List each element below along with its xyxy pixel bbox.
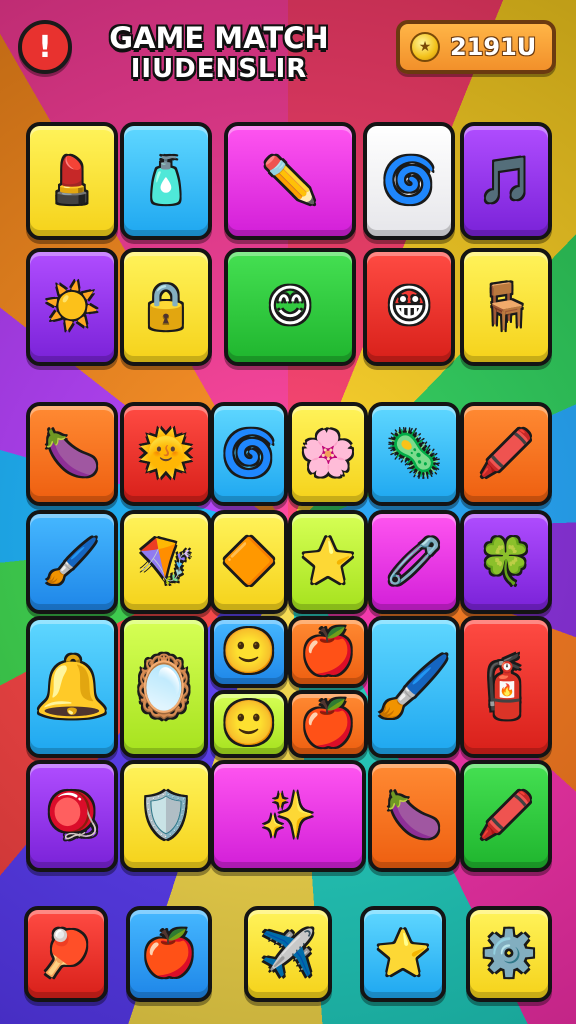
bell-scissors-icon: 🔔 [34, 652, 110, 722]
heart-face-icon: 😀 [386, 281, 432, 332]
tile-safety-pin[interactable]: 🧷 [368, 510, 460, 614]
tile-sparkle-crayon[interactable]: ✨ [210, 760, 366, 872]
swirl-icon: 🌀 [221, 428, 277, 479]
eggplant-2-icon: 🍆 [386, 790, 442, 841]
tile-rattle-face[interactable]: 🪀 [26, 760, 118, 872]
tile-flower[interactable]: 🌸 [288, 402, 368, 506]
kite-icon: 🪁 [138, 536, 194, 587]
rattle-face-icon: 🪀 [44, 790, 100, 841]
apple-1-icon: 🍎 [300, 626, 356, 677]
wand-star-icon: ⭐ [300, 536, 356, 587]
tile-stool[interactable]: 🪑 [460, 248, 552, 366]
title-line-1: GAME MATCH [109, 21, 329, 55]
tray-tile-bomb-apple[interactable]: 🍎 [126, 906, 212, 1002]
coin-counter[interactable]: ★ 2191U [396, 20, 556, 74]
diamond-kite-icon: 🔶 [221, 536, 277, 587]
face-ball-1-icon: 🙂 [221, 626, 277, 677]
plane-icon: ✈️ [260, 928, 316, 979]
tile-paintbrush-cone[interactable]: 🖌️ [368, 616, 460, 758]
tile-virus[interactable]: 🦠 [368, 402, 460, 506]
tile-elf-face[interactable]: 😊 [224, 248, 356, 366]
tile-sun-face[interactable]: 🌞 [120, 402, 212, 506]
coin-value: 2191U [450, 33, 537, 61]
spray-can-icon: 🧯 [468, 652, 544, 722]
tile-swirl[interactable]: 🌀 [210, 402, 288, 506]
tile-apple-2[interactable]: 🍎 [288, 690, 368, 758]
sun-face-icon: 🌞 [138, 428, 194, 479]
tile-crayon[interactable]: 🖍️ [460, 402, 552, 506]
tile-lipstick[interactable]: 💄 [26, 122, 118, 240]
game-title: GAME MATCH IIUDENSLIR [104, 21, 334, 85]
gear-icon: ⚙️ [481, 928, 537, 979]
tray-tile-star[interactable]: ⭐ [360, 906, 446, 1002]
blob-icon: 🍀 [478, 536, 534, 587]
apple-2-icon: 🍎 [300, 698, 356, 749]
tile-apple-1[interactable]: 🍎 [288, 616, 368, 688]
tile-heart-face[interactable]: 😀 [363, 248, 455, 366]
flower-icon: 🌸 [300, 428, 356, 479]
brush-icon: 🖌️ [44, 536, 100, 587]
tile-face-ball-2[interactable]: 🙂 [210, 690, 288, 758]
tray-tile-gear[interactable]: ⚙️ [466, 906, 552, 1002]
face-ball-2-icon: 🙂 [221, 698, 277, 749]
tile-face-ball-1[interactable]: 🙂 [210, 616, 288, 688]
safety-pin-icon: 🧷 [386, 536, 442, 587]
tile-swirl-hook[interactable]: 🌀 [363, 122, 455, 240]
swirl-hook-icon: 🌀 [381, 155, 437, 206]
crayon-2-icon: 🖍️ [478, 790, 534, 841]
bomb-apple-icon: 🍎 [141, 928, 197, 979]
tray-tile-paddle[interactable]: 🏓 [24, 906, 108, 1002]
tile-diamond-kite[interactable]: 🔶 [210, 510, 288, 614]
alert-button[interactable]: ! [18, 20, 72, 74]
tile-crayon-2[interactable]: 🖍️ [460, 760, 552, 872]
tile-sword-shield[interactable]: 🛡️ [120, 760, 212, 872]
stool-icon: 🪑 [478, 281, 534, 332]
coin-icon: ★ [410, 32, 440, 62]
tile-spray-can[interactable]: 🧯 [460, 616, 552, 758]
tile-brush[interactable]: 🖌️ [26, 510, 118, 614]
tile-eggplant-2[interactable]: 🍆 [368, 760, 460, 872]
tile-bell-scissors[interactable]: 🔔 [26, 616, 118, 758]
tile-mirror-cone[interactable]: 🪞 [120, 616, 208, 758]
eggplant-icon: 🍆 [44, 428, 100, 479]
title-line-2: IIUDENSLIR [130, 54, 308, 85]
alert-icon: ! [38, 29, 52, 65]
rocket-pencil-icon: ✏️ [262, 155, 318, 206]
virus-icon: 🦠 [386, 428, 442, 479]
tile-rocket-pencil[interactable]: ✏️ [224, 122, 356, 240]
paintbrush-cone-icon: 🖌️ [376, 652, 452, 722]
tray-tile-plane[interactable]: ✈️ [244, 906, 332, 1002]
tile-kite[interactable]: 🪁 [120, 510, 212, 614]
crayon-icon: 🖍️ [478, 428, 534, 479]
sparkle-crayon-icon: ✨ [260, 790, 316, 841]
lock-icon: 🔒 [138, 281, 194, 332]
tile-eggplant[interactable]: 🍆 [26, 402, 118, 506]
tile-sun[interactable]: ☀️ [26, 248, 118, 366]
lipstick-icon: 💄 [44, 155, 100, 206]
tile-wand-star[interactable]: ⭐ [288, 510, 368, 614]
elf-face-icon: 😊 [267, 281, 313, 332]
tile-bottle[interactable]: 🧴 [120, 122, 212, 240]
tile-blob[interactable]: 🍀 [460, 510, 552, 614]
tile-music-note[interactable]: 🎵 [460, 122, 552, 240]
mirror-cone-icon: 🪞 [126, 652, 202, 722]
tile-lock[interactable]: 🔒 [120, 248, 212, 366]
bottle-icon: 🧴 [138, 155, 194, 206]
sword-shield-icon: 🛡️ [138, 790, 194, 841]
paddle-icon: 🏓 [38, 928, 94, 979]
sun-icon: ☀️ [44, 281, 100, 332]
music-note-icon: 🎵 [478, 155, 534, 206]
star-icon: ⭐ [375, 928, 431, 979]
